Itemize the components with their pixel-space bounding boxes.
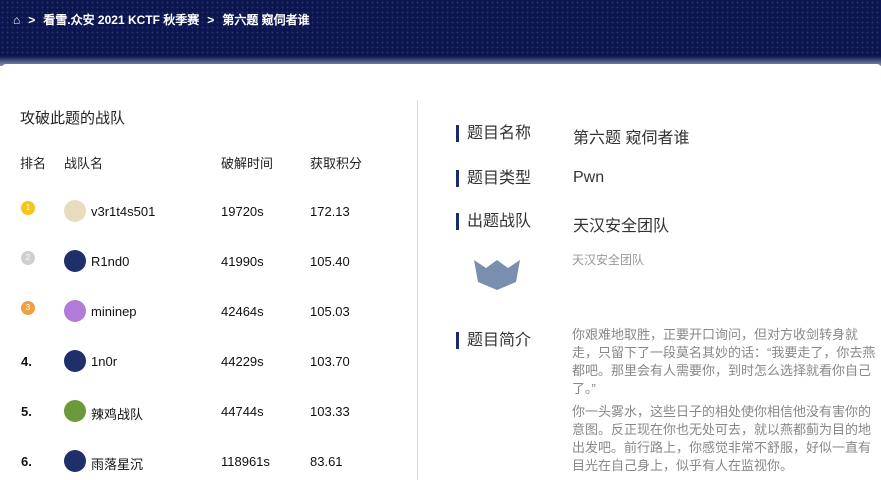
solve-time: 44229s [221, 354, 264, 369]
team-avatar[interactable] [64, 350, 86, 372]
score: 103.33 [310, 404, 350, 419]
score: 83.61 [310, 454, 343, 469]
name-label: 题目名称 [456, 125, 531, 142]
team-logo-icon [474, 260, 520, 290]
team-row: 6. 雨落星沉 118961s 83.61 [0, 446, 410, 476]
team-row: 5. 辣鸡战队 44744s 103.33 [0, 396, 410, 426]
team-avatar[interactable] [64, 400, 86, 422]
team-caption: 天汉安全团队 [572, 253, 645, 267]
score: 105.40 [310, 254, 350, 269]
team-avatar[interactable] [64, 200, 86, 222]
challenge-type: Pwn [573, 169, 605, 186]
solve-time: 118961s [221, 454, 270, 469]
solve-time: 44744s [221, 404, 264, 419]
intro-paragraph-1: 你艰难地取胜，正要开口询问，但对方收剑转身就走，只留下了一段莫名其妙的话：“我要… [572, 327, 876, 396]
medal-icon: 3 [21, 301, 35, 315]
team-row: 4. 1n0r 44229s 103.70 [0, 346, 410, 376]
team-avatar[interactable] [64, 250, 86, 272]
home-icon[interactable]: ⌂ [13, 13, 20, 27]
intro-label: 题目简介 [456, 332, 531, 349]
rank: 4. [21, 354, 32, 369]
score: 105.03 [310, 304, 350, 319]
team-avatar[interactable] [64, 300, 86, 322]
header-score: 获取积分 [310, 156, 363, 171]
team-name[interactable]: R1nd0 [91, 254, 129, 269]
medal-icon: 1 [21, 201, 35, 215]
solvers-title: 攻破此题的战队 [20, 110, 126, 127]
rank: 6. [21, 454, 32, 469]
author-team: 天汉安全团队 [573, 218, 670, 235]
team-row: 2 R1nd0 41990s 105.40 [0, 246, 410, 276]
intro-paragraph-2: 你一头雾水，这些日子的相处使你相信他没有害你的意图。反正现在你也无处可去，就以燕… [572, 404, 872, 473]
solve-time: 42464s [221, 304, 264, 319]
breadcrumb-challenge: 第六题 窥伺者谁 [222, 13, 310, 27]
solve-time: 19720s [221, 204, 264, 219]
header-time: 破解时间 [221, 156, 274, 171]
team-row: 1 v3r1t4s501 19720s 172.13 [0, 196, 410, 226]
score: 172.13 [310, 204, 350, 219]
team-name[interactable]: 辣鸡战队 [91, 404, 143, 423]
type-label: 题目类型 [456, 170, 531, 187]
challenge-name: 第六题 窥伺者谁 [573, 130, 690, 147]
team-name[interactable]: mininep [91, 304, 137, 319]
breadcrumb: ⌂ > 看雪.众安 2021 KCTF 秋季赛 > 第六题 窥伺者谁 [13, 11, 310, 28]
team-name[interactable]: v3r1t4s501 [91, 204, 155, 219]
breadcrumb-separator: > [207, 12, 215, 27]
team-name[interactable]: 1n0r [91, 354, 117, 369]
column-divider [417, 100, 418, 480]
header-banner: ⌂ > 看雪.众安 2021 KCTF 秋季赛 > 第六题 窥伺者谁 [0, 0, 881, 66]
team-row: 3 mininep 42464s 105.03 [0, 296, 410, 326]
breadcrumb-separator: > [28, 12, 36, 27]
breadcrumb-competition[interactable]: 看雪.众安 2021 KCTF 秋季赛 [43, 11, 199, 28]
team-avatar[interactable] [64, 450, 86, 472]
author-label: 出题战队 [456, 213, 531, 230]
team-name[interactable]: 雨落星沉 [91, 454, 143, 473]
solve-time: 41990s [221, 254, 264, 269]
rank: 5. [21, 404, 32, 419]
header-rank: 排名 [20, 156, 47, 171]
header-team: 战队名 [64, 156, 104, 171]
score: 103.70 [310, 354, 350, 369]
medal-icon: 2 [21, 251, 35, 265]
